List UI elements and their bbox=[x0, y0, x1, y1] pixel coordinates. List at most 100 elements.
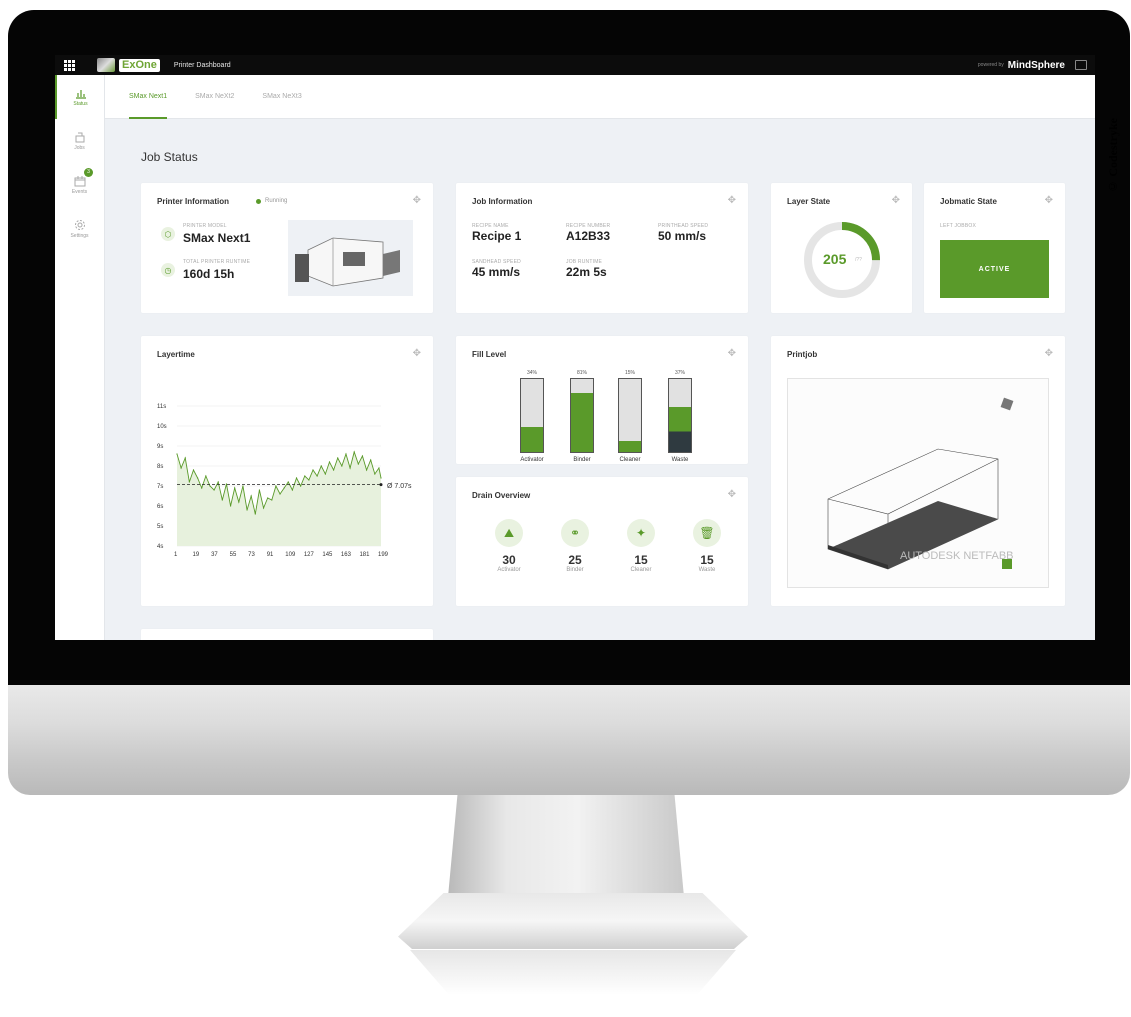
logout-icon[interactable] bbox=[1075, 60, 1087, 70]
recipe-name-field: RECIPE NAME Recipe 1 bbox=[472, 223, 521, 243]
layer-state-card: Layer State ✥ 205 /?? bbox=[771, 183, 912, 313]
data-point bbox=[345, 453, 347, 455]
data-point bbox=[312, 469, 314, 471]
monitor-chin bbox=[8, 685, 1130, 795]
printjob-3d-viewer[interactable]: AUTODESK NETFABB bbox=[787, 378, 1049, 588]
sidebar-item-jobs[interactable]: Jobs bbox=[55, 119, 104, 163]
move-icon[interactable]: ✥ bbox=[413, 348, 421, 359]
data-point bbox=[341, 465, 343, 467]
data-point bbox=[246, 509, 248, 511]
x-tick-label: 73 bbox=[248, 552, 255, 558]
move-icon[interactable]: ✥ bbox=[728, 348, 736, 359]
jobmatic-state-card: Jobmatic State ✥ LEFT JOBBOX ACTIVE bbox=[924, 183, 1065, 313]
data-point bbox=[238, 501, 240, 503]
move-icon[interactable]: ✥ bbox=[413, 195, 421, 206]
fill-bar-cleaner: 15% Cleaner bbox=[610, 370, 650, 463]
data-point bbox=[213, 489, 215, 491]
card-title: Printer Information bbox=[157, 197, 230, 206]
powered-by-label: powered by bbox=[977, 62, 1004, 68]
jobbox-label: LEFT JOBBOX bbox=[940, 223, 977, 229]
binder-icon: ⚭ bbox=[561, 519, 589, 547]
drain-label: Binder bbox=[566, 567, 584, 573]
x-tick-label: 1 bbox=[174, 552, 178, 558]
x-tick-label: 37 bbox=[211, 552, 218, 558]
average-marker bbox=[379, 483, 383, 487]
y-tick-label: 11s bbox=[157, 404, 166, 410]
fill-percent-label: 81% bbox=[576, 370, 587, 376]
tab-smax-next3[interactable]: SMax NeXt3 bbox=[262, 75, 301, 119]
move-icon[interactable]: ✥ bbox=[1045, 195, 1053, 206]
drain-value: 15 bbox=[634, 553, 648, 567]
data-point bbox=[378, 467, 380, 469]
fill-level-card: Fill Level ✥ 34% Activator 81% Binder 15% Cle… bbox=[456, 336, 748, 464]
data-point bbox=[205, 475, 207, 477]
data-point bbox=[370, 459, 372, 461]
data-point bbox=[337, 457, 339, 459]
printjob-card: Printjob ✥ AUTODESK NETFABB bbox=[771, 336, 1065, 606]
sidebar-item-events[interactable]: Events 3 bbox=[55, 163, 104, 207]
tab-smax-next2[interactable]: SMax NeXt2 bbox=[195, 75, 234, 119]
data-point bbox=[234, 487, 236, 489]
move-icon[interactable]: ✥ bbox=[892, 195, 900, 206]
move-icon[interactable]: ✥ bbox=[1045, 348, 1053, 359]
tab-smax-next1[interactable]: SMax Next1 bbox=[129, 75, 168, 119]
data-point bbox=[361, 455, 364, 457]
sidebar-item-label: Events bbox=[71, 189, 88, 195]
data-point bbox=[267, 497, 269, 499]
data-point bbox=[201, 487, 203, 489]
data-point bbox=[180, 467, 182, 469]
drain-overview-card: Drain Overview ✥ ⛰ 30 Activator ⚭ 25 Bin… bbox=[456, 477, 748, 606]
activator-icon: ⛰ bbox=[495, 519, 523, 547]
gear-icon bbox=[74, 220, 85, 230]
printer-tabs: SMax Next1 SMax NeXt2 SMax NeXt3 bbox=[105, 75, 1095, 119]
sidebar-item-label: Settings bbox=[70, 233, 89, 239]
fill-bar-binder: 81% Binder bbox=[562, 370, 602, 463]
data-point bbox=[188, 481, 190, 483]
data-point bbox=[262, 507, 265, 509]
company-logo-icon bbox=[97, 58, 115, 72]
fill-percent-label: 37% bbox=[674, 370, 685, 376]
fill-category-label: Waste bbox=[671, 457, 689, 463]
drain-item-waste: 🗑 15 Waste bbox=[682, 519, 732, 573]
job-runtime-field: JOB RUNTIME 22m 5s bbox=[566, 259, 607, 279]
data-point bbox=[308, 479, 310, 481]
sidebar-item-label: Jobs bbox=[74, 145, 85, 151]
data-point bbox=[192, 469, 195, 471]
sidebar: Status Jobs Events 3 Settings bbox=[55, 75, 105, 640]
x-tick-label: 19 bbox=[193, 552, 200, 558]
y-tick-label: 4s bbox=[157, 544, 163, 550]
runtime-value: 160d 15h bbox=[183, 267, 235, 281]
move-icon[interactable]: ✥ bbox=[728, 195, 736, 206]
sidebar-item-settings[interactable]: Settings bbox=[55, 207, 104, 251]
fill-bar-track bbox=[570, 378, 594, 453]
fill-bar-value bbox=[669, 406, 691, 452]
jobmatic-status-badge: ACTIVE bbox=[940, 240, 1049, 298]
average-label: Ø 7.07s bbox=[387, 483, 412, 490]
fill-bar-activator: 34% Activator bbox=[512, 370, 552, 463]
card-title: Layer State bbox=[787, 197, 831, 206]
recipe-number-field: RECIPE NUMBER A12B33 bbox=[566, 223, 610, 243]
sidebar-item-status[interactable]: Status bbox=[55, 75, 104, 119]
layer-value: 205 bbox=[823, 251, 847, 267]
fill-bar-track bbox=[618, 378, 642, 453]
data-point bbox=[242, 485, 244, 487]
viewer-watermark: AUTODESK NETFABB bbox=[900, 550, 1014, 562]
data-point bbox=[217, 481, 219, 483]
drain-value: 15 bbox=[700, 553, 714, 567]
y-tick-label: 6s bbox=[157, 504, 163, 510]
app-launcher-icon[interactable] bbox=[59, 55, 79, 75]
x-tick-label: 91 bbox=[267, 552, 274, 558]
drain-item-binder: ⚭ 25 Binder bbox=[550, 519, 600, 573]
data-point bbox=[229, 505, 232, 507]
data-point bbox=[176, 453, 178, 455]
fill-percent-label: 15% bbox=[624, 370, 635, 376]
move-icon[interactable]: ✥ bbox=[728, 489, 736, 500]
drain-item-cleaner: ✦ 15 Cleaner bbox=[616, 519, 666, 573]
brand-name[interactable]: ExOne bbox=[119, 58, 160, 72]
printer-model-label: PRINTER MODEL bbox=[183, 223, 227, 229]
data-point bbox=[357, 463, 359, 465]
drain-item-activator: ⛰ 30 Activator bbox=[484, 519, 534, 573]
data-point bbox=[295, 477, 298, 479]
job-information-card: Job Information ✥ RECIPE NAME Recipe 1 R… bbox=[456, 183, 748, 313]
cleaner-icon: ✦ bbox=[627, 519, 655, 547]
